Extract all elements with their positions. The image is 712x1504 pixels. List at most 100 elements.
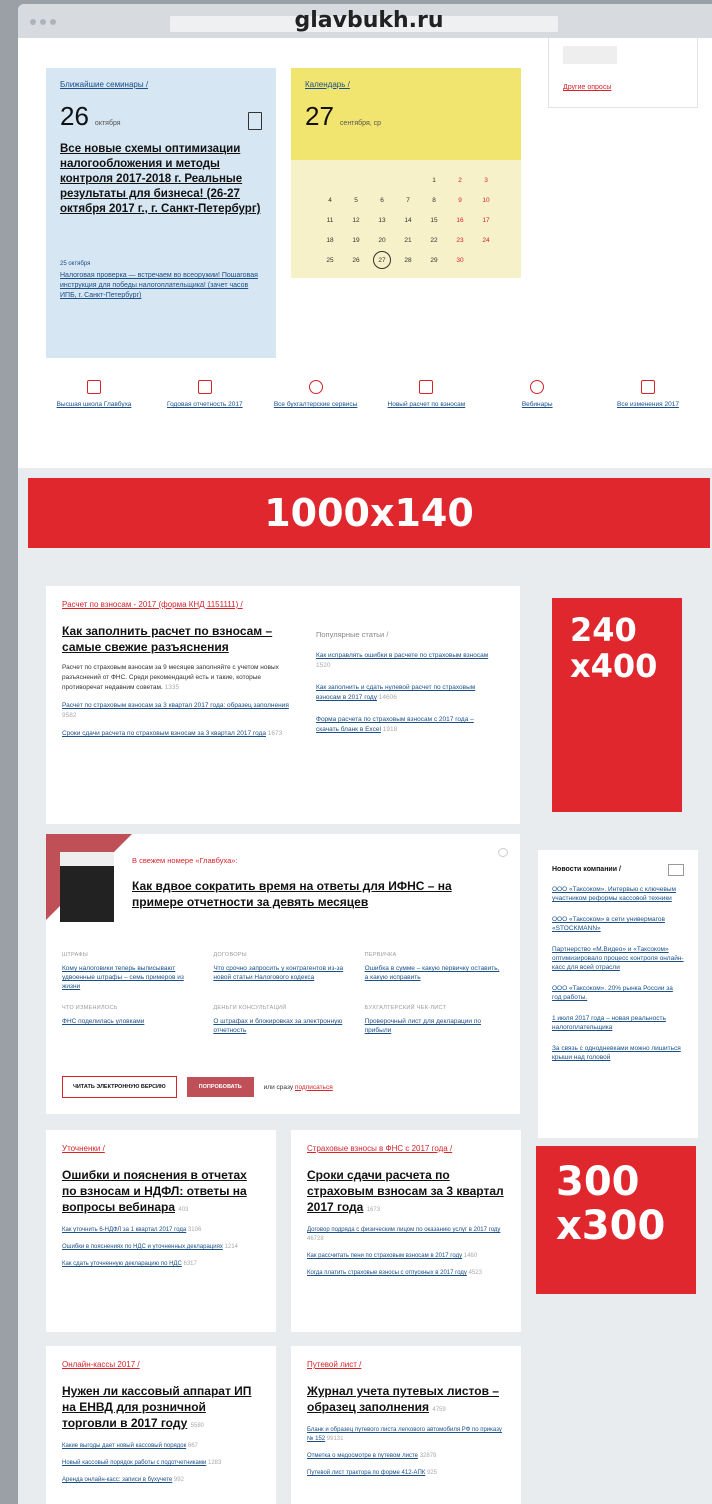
calendar-day-cell[interactable]: 20 — [369, 230, 395, 250]
article-link[interactable]: Как рассчитать пени по страховым взносам… — [307, 1252, 505, 1261]
quick-link-5[interactable]: Все изменения 2017 — [600, 380, 696, 409]
topic-link[interactable]: Ошибка в сумме – какую первичку оставить… — [365, 964, 502, 982]
news-item-link[interactable]: Партнерство «М.Видео» и «Таксоком» оптим… — [552, 945, 684, 972]
calendar-day-cell[interactable]: 4 — [317, 190, 343, 210]
news-item-link[interactable]: ООО «Таксоком». 20% рынка России за год … — [552, 984, 684, 1002]
article-link-text[interactable]: Как уточнить 6-НДФЛ за 1 квартал 2017 го… — [62, 1227, 186, 1233]
news-item-link[interactable]: ООО «Таксоком». Интервью с ключевым учас… — [552, 885, 684, 903]
seminar-sub-link[interactable]: Налоговая проверка — встречаем во всеору… — [60, 271, 262, 301]
quick-link-2[interactable]: Все бухгалтерские сервисы — [268, 380, 364, 409]
seminar-title-link[interactable]: Все новые схемы оптимизации налогообложе… — [60, 142, 262, 217]
calendar-day-cell[interactable]: 22 — [421, 230, 447, 250]
popular-article-link[interactable]: Как заполнить и сдать нулевой расчет по … — [316, 683, 496, 703]
read-electronic-button[interactable]: ЧИТАТЬ ЭЛЕКТРОННУЮ ВЕРСИЮ — [62, 1076, 177, 1098]
calendar-day-cell[interactable]: 18 — [317, 230, 343, 250]
calendar-day-cell[interactable]: 10 — [473, 190, 499, 210]
calendar-day-cell[interactable]: 30 — [447, 250, 473, 270]
magazine-cover-image[interactable] — [60, 852, 114, 922]
calendar-day-cell[interactable]: 12 — [343, 210, 369, 230]
news-item-link[interactable]: За связь с однодневками можно лишиться к… — [552, 1044, 684, 1062]
article-link[interactable]: Расчет по страховым взносам за 3 квартал… — [62, 701, 292, 721]
calendar-day-cell[interactable]: 14 — [395, 210, 421, 230]
banner-ad-top[interactable]: 1000x140 — [28, 478, 710, 548]
poll-vote-button[interactable] — [563, 46, 617, 64]
article-link-text[interactable]: Сроки сдачи расчета по страховым взносам… — [62, 730, 266, 737]
calendar-day-cell[interactable]: 28 — [395, 250, 421, 270]
try-button[interactable]: ПОПРОБОВАТЬ — [186, 1077, 254, 1097]
article-link-text[interactable]: Как сдать уточненную декларацию по НДС — [62, 1261, 182, 1267]
calendar-day-cell[interactable]: 21 — [395, 230, 421, 250]
topic-link[interactable]: Проверочный лист для декларации по прибы… — [365, 1017, 502, 1035]
comment-icon[interactable] — [498, 848, 508, 857]
article-link-text[interactable]: Ошибки в пояснениях по НДС и уточненных … — [62, 1244, 223, 1250]
article-link[interactable]: Договор подряда с физическим лицом по ок… — [307, 1226, 505, 1244]
article-link[interactable]: Как уточнить 6-НДФЛ за 1 квартал 2017 го… — [62, 1226, 260, 1235]
calendar-day-cell[interactable]: 27 — [369, 250, 395, 270]
topic-link[interactable]: Кому налоговики теперь выписывают удвоен… — [62, 964, 199, 991]
calendar-day-cell[interactable]: 25 — [317, 250, 343, 270]
news-item-link[interactable]: ООО «Таксоком» в сети универмагов «STOCK… — [552, 915, 684, 933]
quick-link-1[interactable]: Годовая отчетность 2017 — [157, 380, 253, 409]
article-link[interactable]: Аренда онлайн-касс: записи в бухучете 99… — [62, 1476, 260, 1485]
calendar-day-cell[interactable]: 8 — [421, 190, 447, 210]
other-polls-link[interactable]: Другие опросы — [563, 84, 611, 91]
calendar-day-cell[interactable]: 26 — [343, 250, 369, 270]
article-link-text[interactable]: Договор подряда с физическим лицом по ок… — [307, 1227, 500, 1233]
popular-article-text[interactable]: Как исправлять ошибки в расчете по страх… — [316, 652, 488, 659]
calendar-day-cell[interactable]: 7 — [395, 190, 421, 210]
calendar-label[interactable]: Календарь / — [305, 80, 507, 89]
quick-link-4[interactable]: Вебинары — [489, 380, 585, 409]
calendar-day-cell[interactable]: 2 — [447, 170, 473, 190]
calendar-day-cell[interactable]: 11 — [317, 210, 343, 230]
card-label[interactable]: Онлайн-кассы 2017 / — [62, 1360, 260, 1369]
article-link[interactable]: Путевой лист трактора по форме 412-АПК 9… — [307, 1469, 505, 1478]
article-link-text[interactable]: Новый кассовый порядок работы с подотчет… — [62, 1460, 206, 1466]
card-headline[interactable]: Как заполнить расчет по взносам – самые … — [62, 623, 276, 655]
article-link-text[interactable]: Когда платить страховые взносы с отпускн… — [307, 1270, 467, 1276]
article-link[interactable]: Ошибки в пояснениях по НДС и уточненных … — [62, 1243, 260, 1252]
calendar-day-cell[interactable]: 19 — [343, 230, 369, 250]
calendar-day-cell[interactable]: 1 — [421, 170, 447, 190]
card-headline[interactable]: Журнал учета путевых листов – образец за… — [307, 1383, 505, 1418]
ad-300x300[interactable]: 300 x300 — [536, 1146, 696, 1294]
calendar-day-cell[interactable]: 3 — [473, 170, 499, 190]
article-link[interactable]: Как сдать уточненную декларацию по НДС 6… — [62, 1260, 260, 1269]
card-headline[interactable]: Сроки сдачи расчета по страховым взносам… — [307, 1167, 505, 1218]
popular-article-link[interactable]: Форма расчета по страховым взносам с 201… — [316, 715, 496, 735]
article-link[interactable]: Бланк и образец путевого листа легкового… — [307, 1426, 505, 1444]
subscribe-link[interactable]: подписаться — [295, 1084, 333, 1091]
calendar-day-cell[interactable]: 15 — [421, 210, 447, 230]
card-label[interactable]: Путевой лист / — [307, 1360, 505, 1369]
card-headline[interactable]: Нужен ли кассовый аппарат ИП на ЕНВД для… — [62, 1383, 260, 1434]
card-label[interactable]: Страховые взносы в ФНС с 2017 года / — [307, 1144, 505, 1153]
calendar-day-cell[interactable]: 23 — [447, 230, 473, 250]
seminars-label[interactable]: Ближайшие семинары / — [60, 80, 262, 89]
card-label[interactable]: Расчет по взносам - 2017 (форма КНД 1151… — [62, 600, 504, 609]
article-link-text[interactable]: Путевой лист трактора по форме 412-АПК — [307, 1470, 425, 1476]
calendar-day-cell[interactable]: 5 — [343, 190, 369, 210]
article-link[interactable]: Когда платить страховые взносы с отпускн… — [307, 1269, 505, 1278]
news-title[interactable]: Новости компании / — [552, 866, 684, 873]
calendar-day-cell[interactable]: 9 — [447, 190, 473, 210]
calendar-day-cell[interactable]: 24 — [473, 230, 499, 250]
ad-240x400[interactable]: 240 x400 — [552, 598, 682, 812]
article-link[interactable]: Отметка о медосмотре в путевом листе 328… — [307, 1452, 505, 1461]
article-link-text[interactable]: Расчет по страховым взносам за 3 квартал… — [62, 702, 289, 709]
article-link[interactable]: Сроки сдачи расчета по страховым взносам… — [62, 729, 292, 739]
news-item-link[interactable]: 1 июля 2017 года – новая реальность нало… — [552, 1014, 684, 1032]
quick-link-0[interactable]: Высшая школа Главбуха — [46, 380, 142, 409]
article-link[interactable]: Какие выгоды дает новый кассовый порядок… — [62, 1442, 260, 1451]
quick-link-3[interactable]: Новый расчет по взносам — [378, 380, 474, 409]
article-link-text[interactable]: Как рассчитать пени по страховым взносам… — [307, 1253, 462, 1259]
article-link-text[interactable]: Какие выгоды дает новый кассовый порядок — [62, 1443, 186, 1449]
calendar-day-cell[interactable]: 13 — [369, 210, 395, 230]
article-link-text[interactable]: Аренда онлайн-касс: записи в бухучете — [62, 1477, 172, 1483]
topic-link[interactable]: ФНС поделилась уловками — [62, 1017, 199, 1026]
popular-article-link[interactable]: Как исправлять ошибки в расчете по страх… — [316, 651, 496, 671]
article-link-text[interactable]: Отметка о медосмотре в путевом листе — [307, 1453, 418, 1459]
article-link[interactable]: Новый кассовый порядок работы с подотчет… — [62, 1459, 260, 1468]
card-headline[interactable]: Ошибки и пояснения в отчетах по взносам … — [62, 1167, 260, 1218]
calendar-day-cell[interactable]: 17 — [473, 210, 499, 230]
card-label[interactable]: Уточненки / — [62, 1144, 260, 1153]
calendar-day-cell[interactable]: 6 — [369, 190, 395, 210]
